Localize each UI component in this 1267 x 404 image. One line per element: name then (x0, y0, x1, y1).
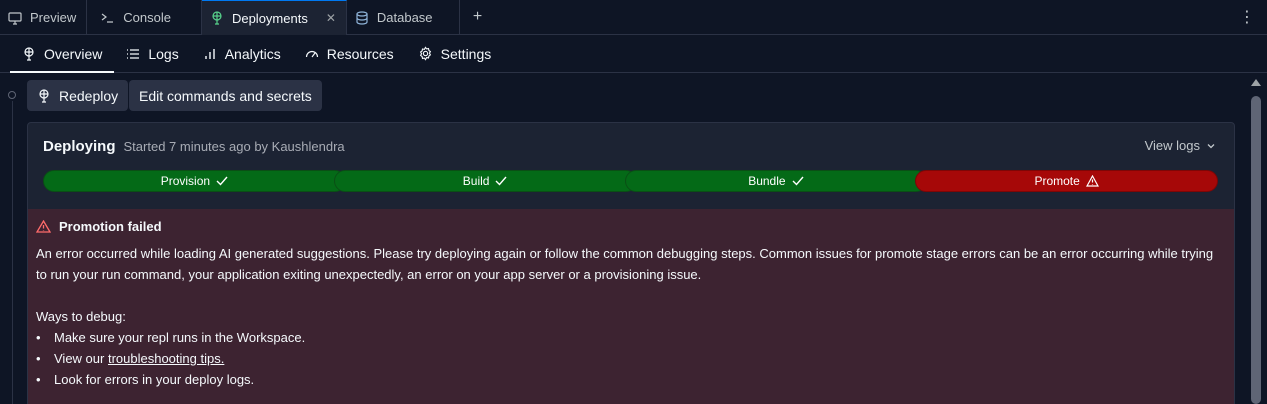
subtab-label: Overview (44, 45, 103, 62)
terminal-icon (101, 11, 115, 25)
deployment-stages: Provision Build Bundle Promote (43, 170, 1218, 192)
list-item: Look for errors in your deploy logs. (36, 369, 1226, 390)
bar-chart-icon (203, 47, 217, 61)
tab-label: Database (376, 10, 433, 25)
deployment-meta: Started 7 minutes ago by Kaushlendra (123, 139, 345, 154)
tab-bar: Preview Console Deployments ✕ Database +… (0, 0, 1267, 35)
gear-icon (418, 46, 433, 61)
subtab-label: Resources (326, 45, 394, 62)
deployment-subnav: Overview Logs Analytics Resources Settin… (0, 35, 1267, 73)
error-panel: Promotion failed An error occurred while… (28, 209, 1234, 404)
error-title: Promotion failed (59, 219, 162, 234)
stage-label: Bundle (748, 174, 786, 188)
subtab-resources[interactable]: Resources (293, 35, 406, 72)
database-icon (355, 10, 369, 25)
deployment-card: Deploying Started 7 minutes ago by Kaush… (27, 122, 1235, 404)
redeploy-button[interactable]: Redeploy (27, 80, 129, 111)
error-message: An error occurred while loading AI gener… (36, 246, 1214, 282)
list-item: Make sure your repl runs in the Workspac… (36, 327, 1226, 348)
debug-heading: Ways to debug: (36, 309, 126, 324)
more-options-icon[interactable]: ⋮ (1227, 0, 1267, 34)
subtab-analytics[interactable]: Analytics (191, 35, 293, 72)
deploy-icon (37, 88, 51, 103)
edit-commands-button[interactable]: Edit commands and secrets (129, 80, 322, 111)
stage-label: Provision (160, 174, 211, 188)
add-tab-button[interactable]: + (460, 0, 496, 34)
close-icon[interactable]: ✕ (326, 11, 336, 25)
monitor-icon (8, 11, 22, 25)
subtab-label: Analytics (224, 45, 281, 62)
deploy-icon (22, 46, 36, 61)
timeline-line (12, 101, 13, 404)
check-icon (792, 176, 804, 186)
main-content: Redeploy Edit commands and secrets Deplo… (0, 73, 1267, 404)
stage-bundle: Bundle (624, 170, 928, 192)
debug-item-text: View our (54, 351, 108, 366)
subtab-settings[interactable]: Settings (406, 35, 504, 72)
scroll-up-icon[interactable] (1251, 79, 1261, 86)
debug-item-text: Look for errors in your deploy logs. (54, 372, 255, 387)
scrollbar[interactable] (1251, 79, 1261, 404)
tab-label: Deployments (231, 10, 308, 26)
timeline-dot (8, 91, 16, 99)
troubleshooting-link[interactable]: troubleshooting tips. (108, 351, 224, 366)
stage-build: Build (333, 170, 637, 192)
warning-icon (36, 220, 51, 233)
deploy-icon (210, 11, 224, 25)
list-icon (126, 47, 140, 61)
list-item: View our troubleshooting tips. (36, 348, 1226, 369)
debug-item-text: Make sure your repl runs in the Workspac… (54, 330, 306, 345)
edit-commands-label: Edit commands and secrets (139, 87, 312, 104)
check-icon (495, 176, 507, 186)
tab-label: Preview (30, 10, 77, 25)
view-logs-button[interactable]: View logs (1145, 138, 1216, 153)
tab-preview[interactable]: Preview (0, 0, 88, 35)
subtab-logs[interactable]: Logs (114, 35, 190, 72)
gauge-icon (305, 47, 319, 61)
view-logs-label: View logs (1144, 138, 1200, 153)
subtab-label: Logs (148, 45, 179, 62)
error-header: Promotion failed (36, 219, 1226, 234)
stage-label: Promote (1034, 174, 1080, 188)
tab-database[interactable]: Database (347, 0, 460, 35)
tab-console[interactable]: Console (87, 0, 202, 35)
deployment-status: Deploying (43, 138, 116, 155)
subtab-overview[interactable]: Overview (10, 35, 115, 73)
stage-label: Build (462, 174, 490, 188)
scroll-thumb[interactable] (1251, 96, 1261, 404)
debug-list: Make sure your repl runs in the Workspac… (36, 327, 1226, 390)
subtab-label: Settings (440, 45, 492, 62)
tab-label: Console (123, 10, 171, 25)
check-icon (216, 176, 228, 186)
chevron-down-icon (1206, 141, 1216, 151)
tab-deployments[interactable]: Deployments ✕ (201, 0, 347, 35)
stage-provision: Provision (43, 170, 346, 192)
stage-promote: Promote (915, 170, 1218, 192)
deployment-header: Deploying Started 7 minutes ago by Kaush… (43, 138, 345, 155)
redeploy-label: Redeploy (59, 87, 119, 104)
warning-icon (1085, 175, 1099, 187)
